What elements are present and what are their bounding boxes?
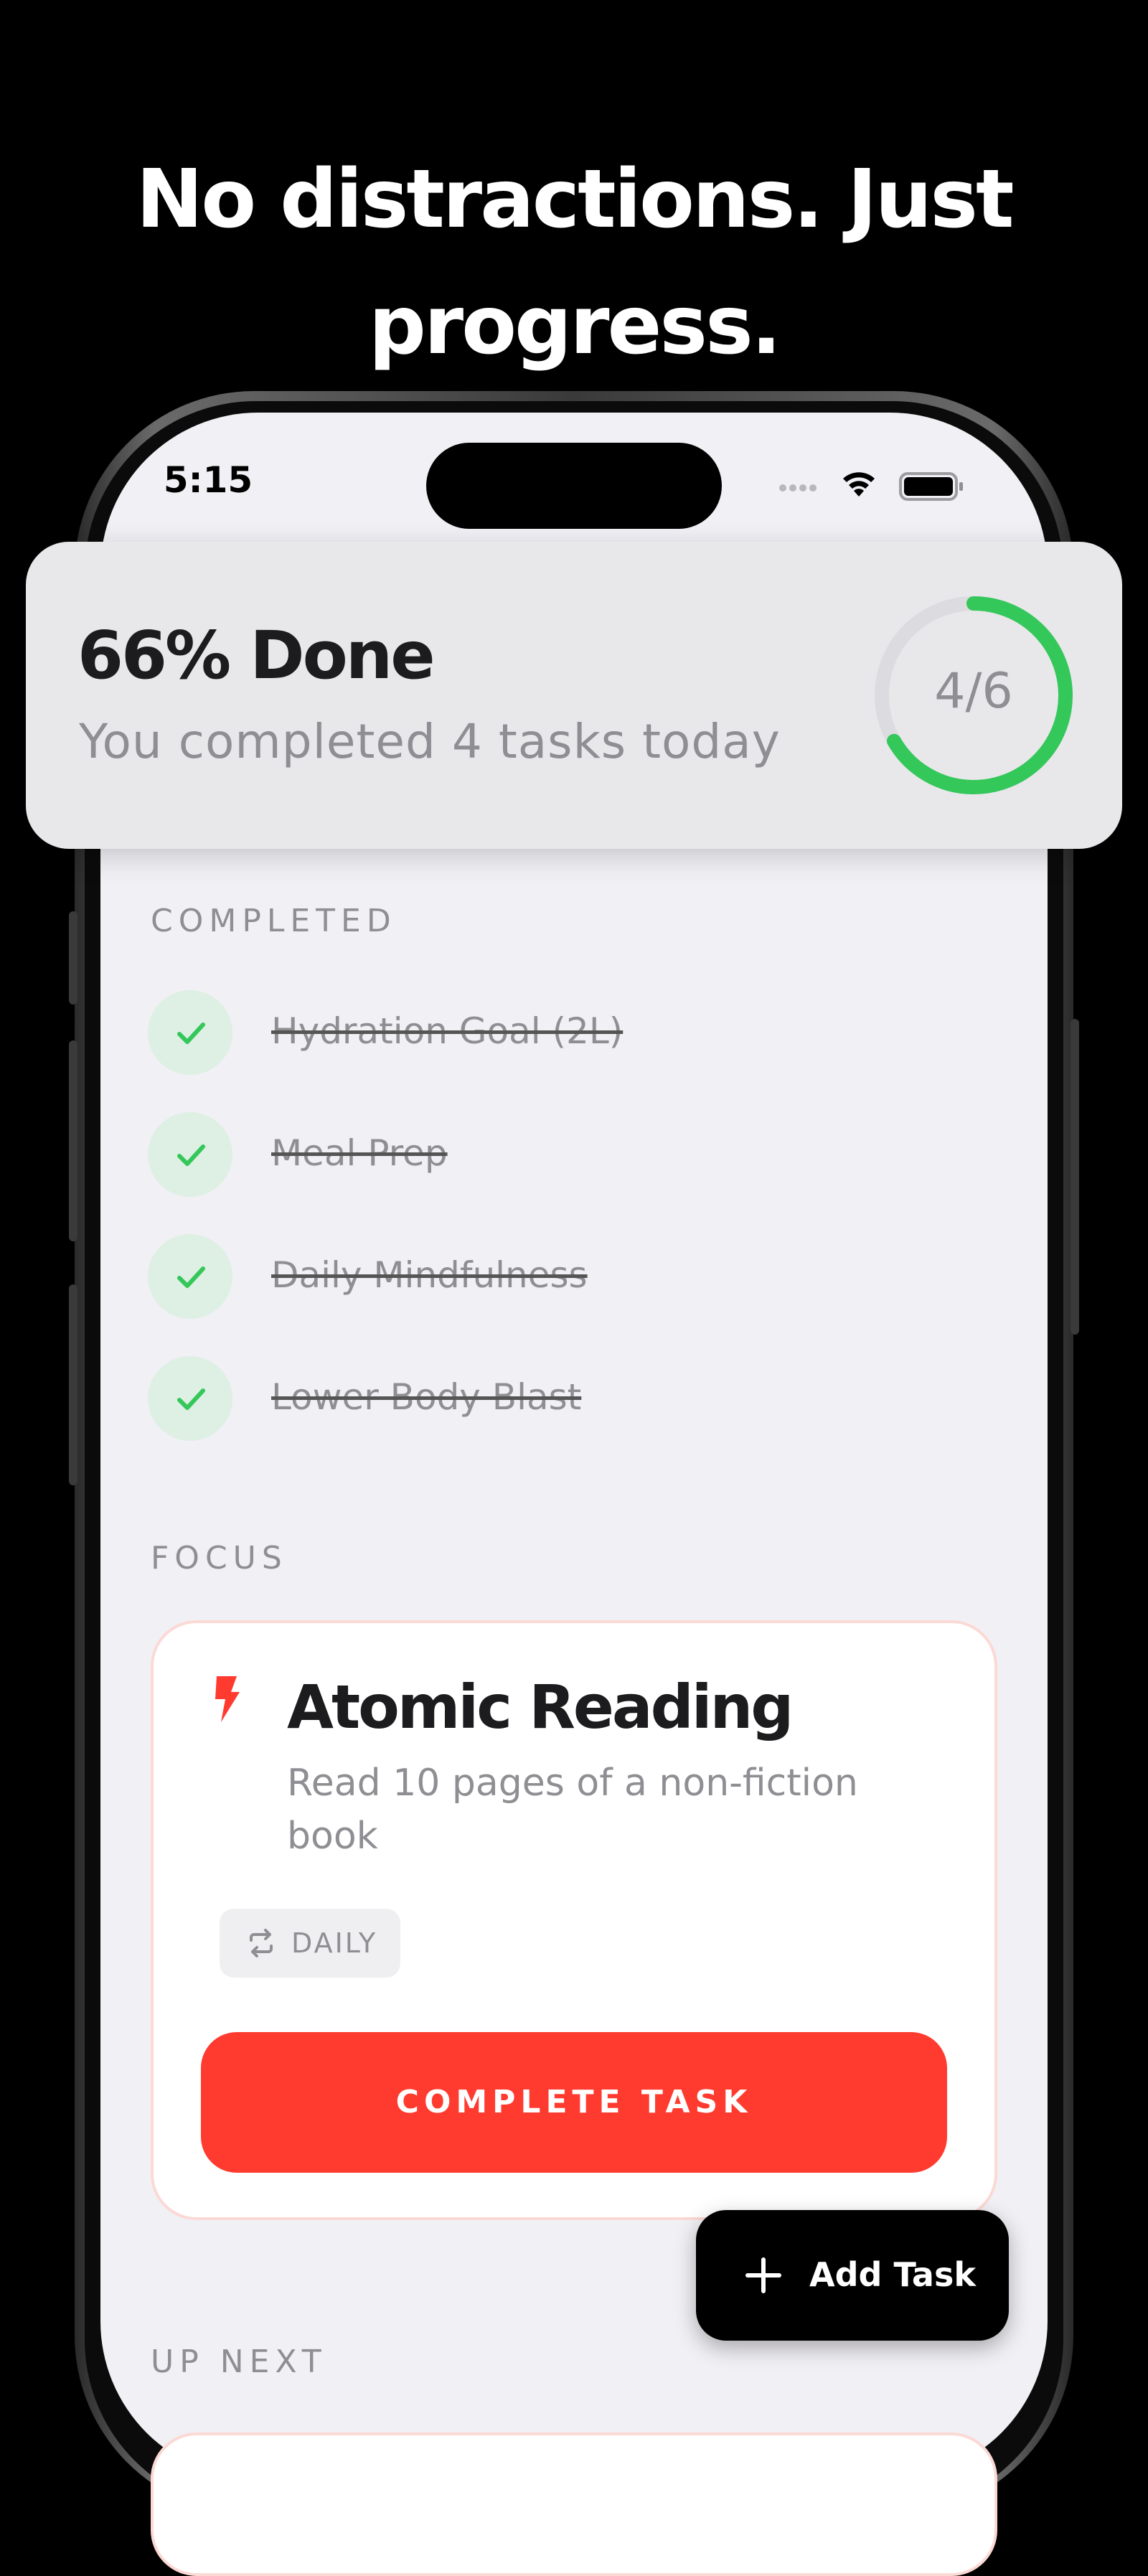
status-icons: [779, 472, 963, 501]
focus-task-description: Read 10 pages of a non-fiction book: [287, 1762, 858, 1858]
progress-percent-title: 66% Done: [77, 617, 436, 694]
completed-task-label: Hydration Goal (2L): [271, 1010, 624, 1052]
completed-task-label: Meal Prep: [271, 1132, 448, 1174]
repeat-daily-chip: DAILY: [220, 1909, 400, 1978]
headline-line-1: No distractions. Just: [136, 153, 1014, 246]
focus-task-title: Atomic Reading: [287, 1672, 794, 1742]
completed-task-label: Daily Mindfulness: [271, 1254, 588, 1296]
checkmark-icon[interactable]: [148, 1356, 232, 1441]
bolt-icon: [215, 1676, 240, 1722]
checkmark-icon[interactable]: [148, 1234, 232, 1319]
dynamic-island: [426, 443, 722, 529]
volume-up-button: [69, 1040, 77, 1241]
add-task-label: Add Task: [809, 2255, 976, 2294]
headline-line-2: progress.: [368, 279, 782, 372]
marketing-headline: No distractions. Just progress.: [0, 136, 1148, 389]
add-task-button[interactable]: Add Task: [696, 2210, 1009, 2341]
repeat-label: DAILY: [291, 1927, 378, 1959]
mute-switch: [69, 911, 77, 1005]
battery-icon: [899, 472, 963, 501]
checkmark-icon[interactable]: [148, 1112, 232, 1197]
progress-ring-label: 4/6: [934, 663, 1013, 720]
completed-task-item[interactable]: Daily Mindfulness: [148, 1234, 722, 1320]
checkmark-icon[interactable]: [148, 990, 232, 1075]
status-time: 5:15: [163, 459, 253, 501]
power-button: [1071, 1019, 1079, 1335]
wifi-icon: [843, 472, 875, 497]
up-next-task-card[interactable]: [151, 2432, 997, 2576]
completed-task-item[interactable]: Hydration Goal (2L): [148, 990, 722, 1076]
progress-subtitle: You completed 4 tasks today: [79, 714, 781, 769]
completed-task-item[interactable]: Meal Prep: [148, 1112, 722, 1198]
plus-icon: [745, 2257, 781, 2293]
completed-task-item[interactable]: Lower Body Blast: [148, 1356, 722, 1442]
repeat-icon: [250, 1929, 273, 1957]
up-next-section-label: UP NEXT: [151, 2344, 327, 2380]
volume-down-button: [69, 1284, 77, 1485]
signal-dots-icon: [779, 484, 817, 492]
focus-section-label: FOCUS: [151, 1540, 288, 1576]
completed-task-label: Lower Body Blast: [271, 1376, 582, 1418]
complete-task-button[interactable]: COMPLETE TASK: [201, 2032, 947, 2173]
completed-section-label: COMPLETED: [151, 903, 397, 939]
